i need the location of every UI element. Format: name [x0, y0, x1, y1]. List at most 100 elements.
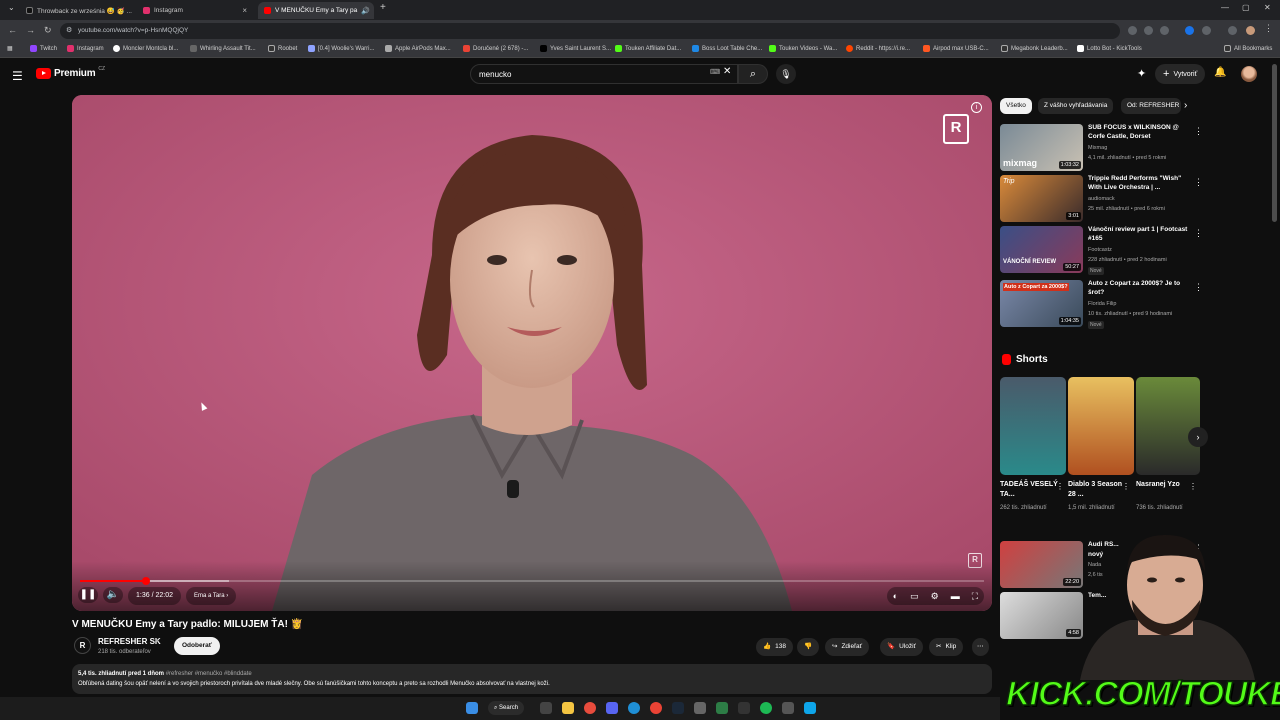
clear-search-icon[interactable]: ✕ — [723, 66, 731, 77]
chapter-button[interactable]: Ema a Tara › — [186, 587, 237, 605]
recommended-video[interactable]: Trip 3:01 Trippie Redd Performs "Wish" W… — [1000, 175, 1203, 223]
address-bar[interactable]: ⚙ youtube.com/watch?v=p-HsnMQQjQY — [60, 23, 1120, 39]
bookmark-roobet[interactable]: Roobet — [268, 45, 297, 52]
windows-start-icon[interactable] — [466, 702, 478, 714]
app-icon[interactable] — [716, 702, 728, 714]
bookmark-touken-videos[interactable]: Touken Videos - Wa... — [769, 45, 837, 52]
app-icon[interactable] — [782, 702, 794, 714]
app-icon[interactable] — [804, 702, 816, 714]
channel-name[interactable]: Mixmag — [1088, 145, 1107, 151]
bookmark-gmail[interactable]: Doručené (2 678) -... — [463, 45, 528, 52]
bookmark-lotto-bot[interactable]: Lotto Bot - KickTools — [1077, 45, 1142, 52]
more-vertical-icon[interactable]: ⋮ — [1189, 482, 1197, 491]
hashtags[interactable]: #refresher #menučko #blinddate — [166, 671, 252, 677]
bookmark-ysl[interactable]: Yves Saint Laurent S... — [540, 45, 611, 52]
star-icon[interactable] — [1160, 26, 1169, 35]
more-vertical-icon[interactable]: ⋮ — [1122, 482, 1130, 491]
eye-off-icon[interactable] — [1144, 26, 1153, 35]
video-thumbnail[interactable]: Auto z Copart za 2000$? 1:04:35 — [1000, 280, 1083, 327]
forward-icon[interactable]: → — [26, 25, 35, 35]
settings-gear-icon[interactable]: ⚙ — [931, 591, 939, 602]
extension-icon[interactable] — [1185, 26, 1194, 35]
search-button[interactable]: ⌕ — [738, 64, 768, 84]
more-vertical-icon[interactable]: ⋮ — [1056, 482, 1064, 491]
channel-name[interactable]: REFRESHER SK — [98, 637, 161, 646]
mute-button[interactable]: 🔈 — [103, 587, 123, 603]
chevron-right-icon[interactable]: › — [1184, 100, 1187, 111]
bookmark-airpods[interactable]: Apple AirPods Max... — [385, 45, 451, 52]
short-thumbnail[interactable] — [1136, 377, 1200, 475]
page-scrollbar[interactable] — [1272, 64, 1277, 222]
save-button[interactable]: 🔖 Uložiť — [880, 638, 923, 656]
recommended-video[interactable]: Auto z Copart za 2000$? 1:04:35 Auto z C… — [1000, 280, 1203, 329]
progress-scrubber[interactable] — [141, 577, 150, 585]
recommended-video[interactable]: mixmag 1:03:32 SUB FOCUS x WILKINSON @ C… — [1000, 124, 1203, 172]
new-tab-button[interactable]: + — [380, 2, 386, 13]
chip-all[interactable]: Všetko — [1000, 98, 1032, 114]
bookmark-reddit[interactable]: Reddit - https://i.re... — [846, 45, 910, 52]
sidepanel-icon[interactable] — [1228, 26, 1237, 35]
channel-watermark[interactable]: R — [943, 114, 969, 144]
dislike-button[interactable]: 👎 — [797, 638, 820, 656]
more-vertical-icon[interactable]: ⋮ — [1194, 282, 1203, 293]
audio-playing-icon[interactable]: 🔊 — [361, 7, 370, 15]
bookmark-touken-affiliate[interactable]: Touken Affiliate Dat... — [615, 45, 681, 52]
video-thumbnail[interactable]: VÁNOČNÍ REVIEW 50:27 — [1000, 226, 1083, 273]
chip-from-channel[interactable]: Od: REFRESHER — [1121, 98, 1181, 114]
profile-avatar-icon[interactable] — [1246, 26, 1255, 35]
maximize-icon[interactable]: ▢ — [1242, 3, 1250, 12]
more-actions-button[interactable]: ⋯ — [972, 638, 989, 656]
more-vertical-icon[interactable]: ⋮ — [1194, 228, 1203, 239]
browser-tab-youtube[interactable]: V MENUČKU Emy a Tary pa 🔊 × — [258, 2, 374, 19]
short-title[interactable]: Diablo 3 Season 28 ... — [1068, 480, 1128, 500]
video-title[interactable]: Vánoční review part 1 | Footcast #165 — [1088, 226, 1188, 243]
minimize-icon[interactable]: — — [1221, 3, 1229, 12]
bookmark-woolie[interactable]: [0.4] Woolie's Warri... — [308, 45, 375, 52]
menu-kebab-icon[interactable]: ⋮ — [1264, 23, 1273, 33]
tab-search-icon[interactable]: ⌄ — [8, 3, 15, 12]
bookmark-whirling[interactable]: Whirling Assault Tit... — [190, 45, 256, 52]
chrome-icon[interactable] — [650, 702, 662, 714]
video-thumbnail[interactable]: mixmag 1:03:32 — [1000, 124, 1083, 171]
cast-icon[interactable]: ✦ — [1137, 67, 1146, 80]
bookmark-moncler[interactable]: Moncler Montcla bl... — [113, 45, 178, 52]
task-view-icon[interactable] — [540, 702, 552, 714]
bookmark-instagram[interactable]: Instagram — [67, 45, 104, 52]
autoplay-toggle-icon[interactable]: ◐ — [893, 591, 898, 601]
app-icon[interactable] — [738, 702, 750, 714]
shorts-next-button[interactable]: › — [1188, 427, 1208, 447]
info-icon[interactable]: i — [971, 102, 982, 113]
short-title[interactable]: Nasranej Yzo — [1136, 480, 1196, 490]
close-tab-icon[interactable]: × — [242, 6, 247, 15]
browser-tab-instagram[interactable]: Instagram × — [137, 2, 253, 19]
subscribe-button[interactable]: Odoberať — [174, 637, 220, 655]
channel-avatar[interactable]: R — [74, 637, 91, 654]
short-title[interactable]: TADEÁŠ VESELÝ TA... — [1000, 480, 1060, 500]
site-info-icon[interactable]: ⚙ — [66, 26, 72, 34]
menu-hamburger-icon[interactable]: ☰ — [12, 69, 23, 83]
theater-mode-icon[interactable]: ▬ — [951, 591, 960, 601]
file-explorer-icon[interactable] — [562, 702, 574, 714]
fullscreen-icon[interactable]: ⛶ — [972, 591, 978, 602]
video-player[interactable]: i R R ❚❚ 🔈 1:36 / 22:02 Ema a Tara › ◐ ▭… — [72, 95, 992, 611]
subtitles-icon[interactable]: ▭ — [910, 591, 919, 602]
bookmark-boss-loot[interactable]: Boss Loot Table Che... — [692, 45, 762, 52]
reload-icon[interactable]: ↻ — [44, 25, 52, 36]
description-box[interactable]: 5,4 tis. zhliadnutí pred 1 dňom #refresh… — [72, 664, 992, 694]
short-thumbnail[interactable] — [1068, 377, 1134, 475]
channel-name[interactable]: Florida Filip — [1088, 301, 1116, 307]
steam-icon[interactable] — [672, 702, 684, 714]
share-button[interactable]: ↪ Zdieľať — [825, 638, 870, 656]
chip-from-search[interactable]: Z vášho vyhľadávania — [1038, 98, 1114, 114]
pause-button[interactable]: ❚❚ — [78, 587, 98, 603]
install-app-icon[interactable] — [1128, 26, 1137, 35]
video-thumbnail[interactable]: Trip 3:01 — [1000, 175, 1083, 222]
all-bookmarks[interactable]: All Bookmarks — [1224, 45, 1272, 52]
bookmark-megabonk[interactable]: Megabonk Leaderb... — [1001, 45, 1068, 52]
extensions-puzzle-icon[interactable] — [1202, 26, 1211, 35]
close-window-icon[interactable]: ✕ — [1264, 3, 1271, 12]
bookmark-twitch[interactable]: Twitch — [30, 45, 57, 52]
bookmark-airpod-max[interactable]: Airpod max USB-C... — [923, 45, 989, 52]
youtube-premium-logo[interactable]: Premium CZ — [36, 66, 105, 79]
search-input[interactable]: menucko — [470, 64, 738, 84]
